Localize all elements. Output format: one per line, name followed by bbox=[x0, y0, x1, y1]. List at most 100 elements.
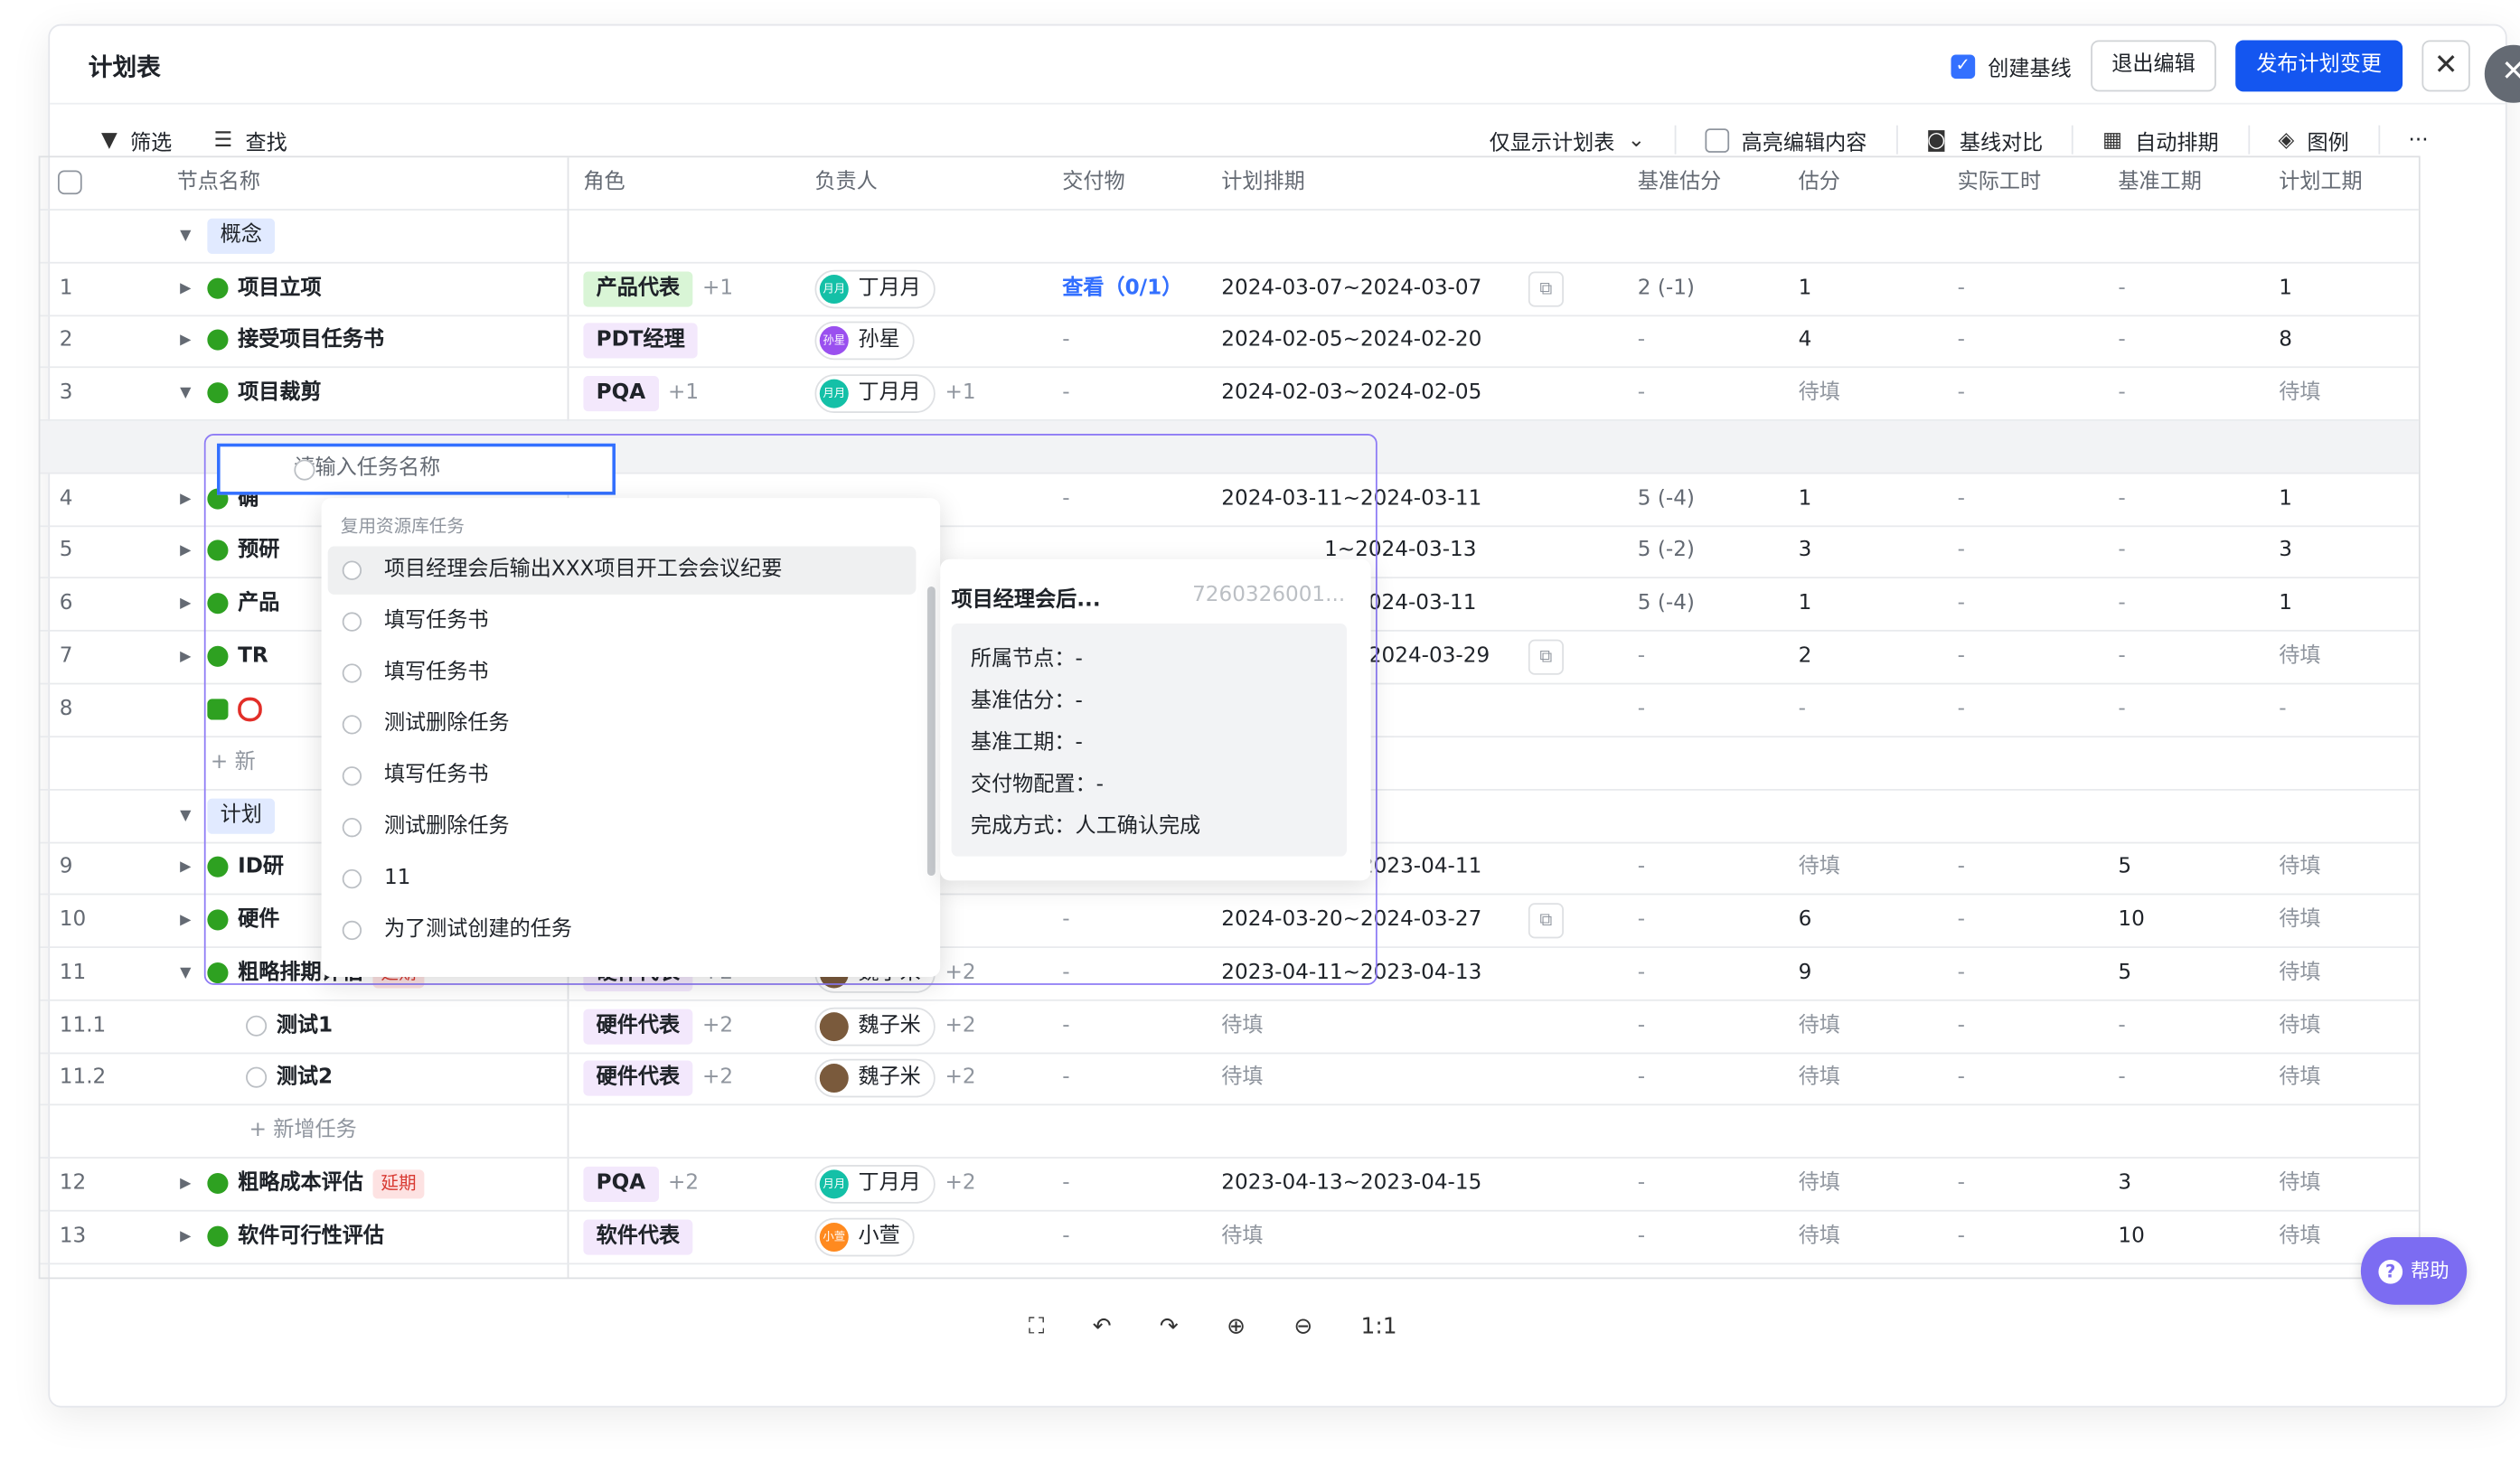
search-button[interactable]: ☰ 查找 bbox=[214, 126, 287, 155]
owner-cell[interactable]: 月月 丁月月 +1 bbox=[814, 368, 976, 419]
expand-arrow-icon[interactable]: ▶ bbox=[180, 1159, 191, 1210]
owner-cell[interactable]: 魏子米 +2 bbox=[814, 1001, 976, 1053]
owner-cell[interactable]: 魏子米 +2 bbox=[814, 1053, 976, 1104]
copy-schedule-button[interactable]: ⧉ bbox=[1528, 639, 1564, 675]
owner-chip[interactable]: 月月 丁月月 bbox=[814, 1164, 936, 1203]
role-cell[interactable]: 产品代表 +1 bbox=[583, 264, 733, 315]
score-cell[interactable]: 1 bbox=[1799, 264, 1812, 315]
schedule-cell[interactable]: 2024-02-05~2024-02-20 bbox=[1221, 314, 1481, 366]
score-cell[interactable]: 待填 bbox=[1799, 1159, 1840, 1210]
owner-chip[interactable]: 孙星 孙星 bbox=[814, 320, 915, 360]
owner-cell[interactable]: 月月 丁月月 bbox=[814, 264, 936, 315]
role-cell[interactable]: PQA +2 bbox=[583, 1159, 699, 1210]
score-cell[interactable]: - bbox=[1799, 684, 1806, 736]
score-cell[interactable]: 待填 bbox=[1799, 1001, 1840, 1053]
score-cell[interactable]: 4 bbox=[1799, 314, 1812, 366]
owner-chip[interactable]: 小萱 小萱 bbox=[814, 1216, 915, 1256]
expand-arrow-icon[interactable]: ▶ bbox=[180, 842, 191, 894]
owner-chip[interactable]: 魏子米 bbox=[814, 1057, 936, 1097]
dropdown-item[interactable]: 11 bbox=[328, 855, 917, 903]
expand-arrow-icon[interactable]: ▶ bbox=[180, 314, 191, 366]
pdur-cell[interactable]: 3 bbox=[2279, 525, 2292, 577]
dropdown-item[interactable]: 填写任务书 bbox=[328, 752, 917, 800]
dropdown-item[interactable]: 为了测试创建的任务 bbox=[328, 906, 917, 954]
pdur-cell[interactable]: 待填 bbox=[2279, 948, 2320, 999]
legend-button[interactable]: ◈ 图例 bbox=[2249, 125, 2380, 155]
role-cell[interactable]: 硬件代表 +2 bbox=[583, 1001, 733, 1053]
dropdown-item[interactable]: 填写任务书 bbox=[328, 649, 917, 697]
score-cell[interactable]: 3 bbox=[1799, 525, 1812, 577]
score-cell[interactable]: 待填 bbox=[1799, 842, 1840, 894]
fullscreen-icon[interactable]: ⛶ bbox=[1029, 1314, 1044, 1339]
exit-edit-button[interactable]: 退出编辑 bbox=[2091, 40, 2216, 92]
only-plan-dropdown[interactable]: 仅显示计划表 ⌄ bbox=[1461, 125, 1676, 155]
schedule-cell[interactable]: 待填 bbox=[1221, 1001, 1263, 1053]
expand-arrow-icon[interactable]: ▶ bbox=[180, 632, 191, 683]
schedule-cell[interactable]: 2024-03-07~2024-03-07 bbox=[1221, 264, 1481, 315]
pdur-cell[interactable]: 待填 bbox=[2279, 368, 2320, 419]
checkbox-checked-icon[interactable]: ✓ bbox=[1951, 53, 1976, 79]
schedule-cell[interactable]: 2023-04-13~2023-04-15 bbox=[1221, 1159, 1481, 1210]
task-name-cell[interactable]: 测试2 bbox=[246, 1053, 333, 1104]
pdur-cell[interactable]: 待填 bbox=[2279, 1159, 2320, 1210]
score-cell[interactable]: 待填 bbox=[1799, 368, 1840, 419]
pdur-cell[interactable]: - bbox=[2279, 684, 2286, 736]
schedule-cell[interactable]: 待填 bbox=[1221, 1053, 1263, 1104]
checkbox-icon[interactable] bbox=[58, 170, 82, 195]
expand-arrow-icon[interactable]: ▶ bbox=[180, 578, 191, 630]
help-button[interactable]: ? 帮助 bbox=[2360, 1237, 2468, 1305]
deliverable-link[interactable]: 查看（0/1） bbox=[1062, 264, 1182, 315]
role-cell[interactable]: 硬件代表 +2 bbox=[583, 1053, 733, 1104]
zoom-in-icon[interactable]: ⊕ bbox=[1227, 1314, 1246, 1339]
pdur-cell[interactable]: 待填 bbox=[2279, 1053, 2320, 1104]
dropdown-item[interactable]: 测试删除任务 bbox=[328, 700, 917, 748]
expand-arrow-icon[interactable]: ▼ bbox=[180, 948, 191, 999]
pdur-cell[interactable]: 待填 bbox=[2279, 842, 2320, 894]
auto-schedule-button[interactable]: ▦ 自动排期 bbox=[2073, 125, 2250, 155]
create-baseline-checkbox[interactable]: ✓ 创建基线 bbox=[1951, 51, 2072, 81]
more-button[interactable]: ··· bbox=[2379, 126, 2457, 155]
score-cell[interactable]: 9 bbox=[1799, 948, 1812, 999]
schedule-cell[interactable]: 待填 bbox=[1221, 1212, 1263, 1263]
expand-arrow-icon[interactable]: ▶ bbox=[180, 1212, 191, 1263]
expand-arrow-icon[interactable]: ▶ bbox=[180, 895, 191, 946]
task-name-cell[interactable]: 项目立项 bbox=[207, 264, 322, 315]
copy-schedule-button[interactable]: ⧉ bbox=[1528, 271, 1564, 307]
score-cell[interactable]: 1 bbox=[1799, 578, 1812, 630]
owner-cell[interactable]: 月月 丁月月 +2 bbox=[814, 1159, 976, 1210]
expand-arrow-icon[interactable]: ▶ bbox=[180, 525, 191, 577]
owner-chip[interactable]: 魏子米 bbox=[814, 1006, 936, 1046]
rotate-right-icon[interactable]: ↷ bbox=[1160, 1314, 1179, 1339]
actual-size-button[interactable]: 1:1 bbox=[1361, 1314, 1397, 1339]
task-name-cell[interactable]: 项目裁剪 bbox=[207, 368, 322, 419]
select-all-checkbox[interactable] bbox=[58, 170, 82, 195]
pdur-cell[interactable]: 待填 bbox=[2279, 1001, 2320, 1053]
score-cell[interactable]: 2 bbox=[1799, 632, 1812, 683]
owner-chip[interactable]: 月月 丁月月 bbox=[814, 268, 936, 308]
publish-plan-button[interactable]: 发布计划变更 bbox=[2235, 40, 2403, 92]
pdur-cell[interactable]: 1 bbox=[2279, 474, 2292, 526]
pdur-cell[interactable]: 1 bbox=[2279, 578, 2292, 630]
scrollbar[interactable] bbox=[926, 586, 936, 877]
owner-cell[interactable]: 小萱 小萱 bbox=[814, 1212, 915, 1263]
role-cell[interactable]: 软件代表 bbox=[583, 1212, 693, 1263]
pdur-cell[interactable]: 1 bbox=[2279, 264, 2292, 315]
rotate-left-icon[interactable]: ↶ bbox=[1093, 1314, 1112, 1339]
pdur-cell[interactable]: 待填 bbox=[2279, 1212, 2320, 1263]
schedule-cell[interactable]: 2024-02-03~2024-02-05 bbox=[1221, 368, 1481, 419]
task-name-cell[interactable]: 接受项目任务书 bbox=[207, 314, 384, 366]
copy-schedule-button[interactable]: ⧉ bbox=[1528, 903, 1564, 939]
pdur-cell[interactable]: 待填 bbox=[2279, 632, 2320, 683]
expand-arrow-icon[interactable]: ▶ bbox=[180, 264, 191, 315]
filter-button[interactable]: ▼ 筛选 bbox=[101, 126, 172, 155]
role-cell[interactable]: PQA +1 bbox=[583, 368, 699, 419]
zoom-out-icon[interactable]: ⊖ bbox=[1293, 1314, 1312, 1339]
task-name-cell[interactable]: 粗略成本评估 延期 bbox=[207, 1159, 425, 1210]
expand-arrow-icon[interactable]: ▶ bbox=[180, 474, 191, 526]
dropdown-item[interactable]: 填写任务书 bbox=[328, 597, 917, 645]
expand-arrow-icon[interactable]: ▼ bbox=[180, 211, 191, 262]
close-button[interactable]: ✕ bbox=[2421, 40, 2470, 92]
score-cell[interactable]: 1 bbox=[1799, 474, 1812, 526]
expand-arrow-icon[interactable]: ▼ bbox=[180, 368, 191, 419]
owner-chip[interactable]: 月月 丁月月 bbox=[814, 373, 936, 413]
